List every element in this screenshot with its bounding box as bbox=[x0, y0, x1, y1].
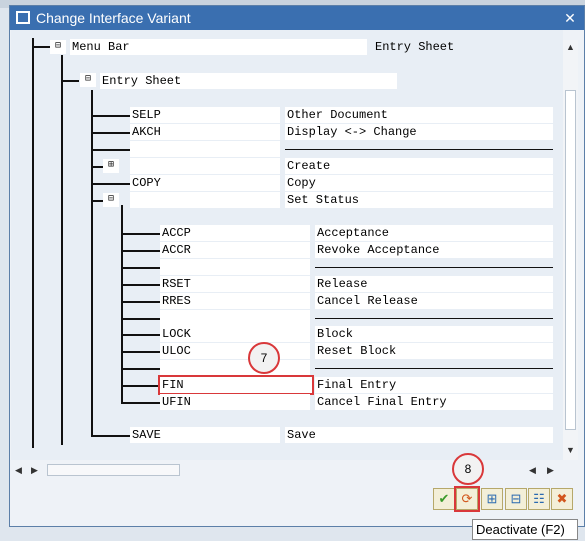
function-text[interactable]: Save bbox=[285, 427, 553, 443]
title-bar: Change Interface Variant ✕ bbox=[10, 6, 584, 30]
folder-minus-icon[interactable]: ⊟ bbox=[80, 73, 96, 87]
tree-line bbox=[121, 402, 160, 404]
tree-pane: ⊟ Menu Bar Entry Sheet ⊟ Entry Sheet SELP Othe… bbox=[11, 30, 563, 460]
tree-line bbox=[91, 131, 130, 134]
function-code[interactable]: RSET bbox=[160, 275, 310, 292]
tree-line bbox=[32, 38, 34, 448]
step-7-marker: 7 bbox=[248, 342, 280, 374]
separator-line bbox=[315, 368, 553, 370]
menu-bar-node[interactable]: Menu Bar bbox=[70, 39, 367, 55]
tree-line bbox=[121, 249, 160, 252]
tree-line bbox=[91, 199, 103, 202]
function-code[interactable]: COPY bbox=[130, 174, 280, 191]
function-text[interactable]: Final Entry bbox=[315, 377, 553, 394]
function-text[interactable]: Copy bbox=[285, 174, 553, 191]
tooltip: Deactivate (F2) bbox=[472, 519, 578, 540]
tree-line bbox=[91, 90, 93, 437]
function-text[interactable]: Other Document bbox=[285, 107, 553, 123]
separator-code bbox=[160, 309, 310, 326]
deactivate-icon[interactable]: ⟳ bbox=[454, 486, 480, 512]
collapse-icon[interactable]: ⊟ bbox=[505, 488, 527, 510]
dialog-title: Change Interface Variant bbox=[36, 10, 191, 26]
tree-line bbox=[121, 334, 160, 337]
menu-bar-value: Entry Sheet bbox=[375, 40, 455, 54]
tree-line bbox=[32, 46, 50, 48]
function-text[interactable]: Display <-> Change bbox=[285, 123, 553, 140]
function-text[interactable]: Acceptance bbox=[315, 225, 553, 241]
folder-plus-icon[interactable]: ⊞ bbox=[103, 158, 119, 173]
tree-line bbox=[61, 80, 79, 82]
function-code[interactable]: RRES bbox=[160, 292, 310, 309]
separator-code bbox=[160, 360, 310, 377]
folder-minus-icon[interactable]: ⊟ bbox=[50, 40, 66, 54]
tree-line bbox=[121, 351, 160, 354]
tree-line bbox=[91, 148, 130, 151]
step-8-marker: 8 bbox=[452, 453, 484, 485]
separator-code bbox=[160, 258, 310, 275]
function-code[interactable] bbox=[130, 157, 280, 174]
function-code[interactable] bbox=[130, 191, 280, 208]
separator-line bbox=[315, 266, 553, 268]
function-code[interactable]: ACCP bbox=[160, 225, 310, 241]
function-code[interactable]: ACCR bbox=[160, 241, 310, 258]
function-text[interactable]: Cancel Release bbox=[315, 292, 553, 309]
function-text[interactable]: Create bbox=[285, 157, 553, 174]
close-icon[interactable]: ✕ bbox=[562, 10, 578, 26]
function-code[interactable]: ULOC bbox=[160, 343, 310, 360]
tree-line bbox=[61, 55, 63, 445]
function-code[interactable]: LOCK bbox=[160, 326, 310, 343]
tree-line bbox=[91, 115, 130, 117]
tree-line bbox=[91, 435, 130, 437]
tree-line bbox=[121, 266, 160, 269]
function-text[interactable]: Reset Block bbox=[315, 343, 553, 360]
vertical-scrollbar[interactable]: ▲ ▼ bbox=[563, 40, 578, 460]
tree-line bbox=[121, 317, 160, 320]
tree-line bbox=[121, 368, 160, 371]
tree-line bbox=[91, 182, 130, 185]
function-text[interactable]: Cancel Final Entry bbox=[315, 394, 553, 410]
function-code[interactable]: SELP bbox=[130, 107, 280, 123]
cancel-icon[interactable]: ✖ bbox=[551, 488, 573, 510]
separator-line bbox=[315, 317, 553, 319]
function-text[interactable]: Set Status bbox=[285, 191, 553, 208]
check-icon[interactable]: ✔ bbox=[433, 488, 455, 510]
tree-line bbox=[121, 385, 160, 388]
folder-minus-icon[interactable]: ⊟ bbox=[103, 192, 119, 207]
entry-sheet-node[interactable]: Entry Sheet bbox=[100, 73, 397, 89]
function-code[interactable]: UFIN bbox=[160, 394, 310, 410]
tree-line bbox=[91, 165, 103, 168]
list-icon[interactable]: ☷ bbox=[528, 488, 550, 510]
tree-line bbox=[121, 283, 160, 286]
separator-code bbox=[130, 140, 280, 157]
tree-line bbox=[121, 233, 160, 235]
function-text[interactable]: Block bbox=[315, 326, 553, 343]
separator-line bbox=[285, 148, 553, 150]
function-code[interactable]: SAVE bbox=[130, 427, 280, 443]
function-text[interactable]: Revoke Acceptance bbox=[315, 241, 553, 258]
function-code[interactable]: AKCH bbox=[130, 123, 280, 140]
tree-line bbox=[121, 300, 160, 303]
dialog-icon bbox=[16, 11, 30, 24]
function-code[interactable]: FIN bbox=[158, 375, 314, 396]
expand-icon[interactable]: ⊞ bbox=[481, 488, 503, 510]
function-text[interactable]: Release bbox=[315, 275, 553, 292]
